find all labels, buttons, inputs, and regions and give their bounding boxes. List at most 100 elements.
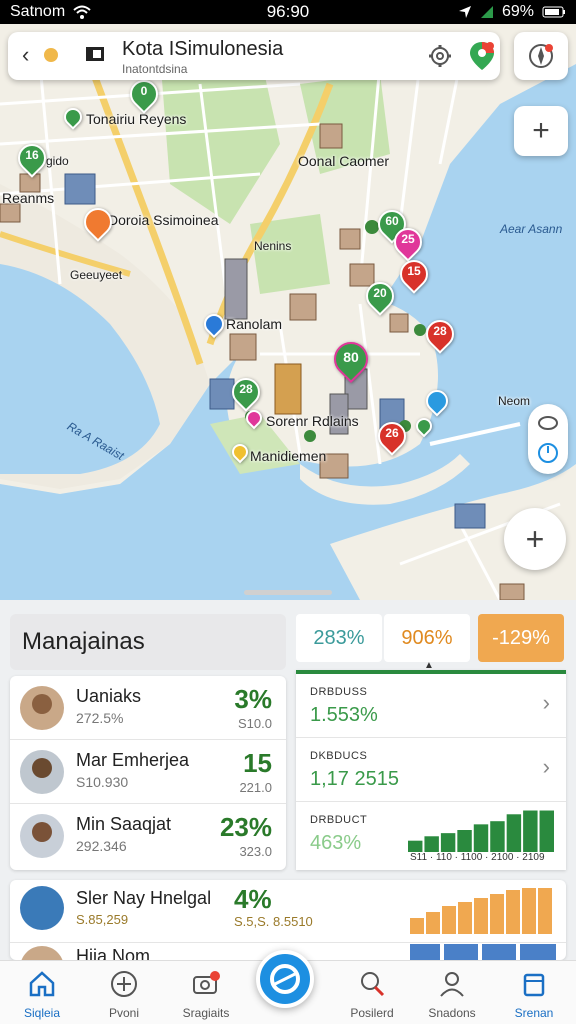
list-card-2[interactable]: Sler Nay Hnelgal S.85,259 4% S.5,S. 8.55… bbox=[10, 880, 566, 960]
person-submetric: 221.0 bbox=[239, 780, 272, 795]
nav-item-calendar[interactable]: Srenan bbox=[496, 969, 572, 1020]
person-value: S.85,259 bbox=[76, 912, 129, 927]
nav-item-add[interactable]: Pvoni bbox=[86, 969, 162, 1020]
metric-pill[interactable]: 283% bbox=[296, 614, 382, 662]
map-label: Doroia Ssimoinea bbox=[108, 212, 219, 228]
search-icon bbox=[361, 972, 385, 997]
location-dot-icon bbox=[44, 48, 58, 62]
map-marker[interactable] bbox=[412, 414, 436, 438]
divider bbox=[10, 942, 566, 943]
chart-bar bbox=[457, 830, 472, 852]
map-marker[interactable]: 26 bbox=[372, 416, 412, 456]
maps-pin-icon[interactable] bbox=[468, 40, 496, 72]
person-submetric: S.5,S. 8.5510 bbox=[234, 914, 313, 929]
map-marker[interactable] bbox=[60, 104, 86, 130]
search-subtitle: Inatontdsina bbox=[122, 62, 188, 76]
stat-value: 463% bbox=[310, 832, 362, 854]
map-marker[interactable]: 15 bbox=[394, 254, 434, 294]
nav-label: Srenan bbox=[514, 1006, 554, 1020]
map-label: Neom bbox=[498, 394, 531, 408]
nav-item-profile[interactable]: Snadons bbox=[414, 969, 490, 1020]
person-value: 292.346 bbox=[76, 838, 127, 854]
back-arrow-icon[interactable]: ‹ bbox=[22, 44, 29, 66]
clock: 96:90 bbox=[266, 2, 310, 21]
battery-percent: 69% bbox=[501, 3, 534, 20]
person-value: S10.930 bbox=[76, 774, 129, 790]
nav-item-search[interactable]: Posilerd bbox=[334, 969, 410, 1020]
orange-bar-chart bbox=[410, 888, 552, 934]
zoom-in-button[interactable]: + bbox=[514, 106, 568, 156]
list-item[interactable]: Uaniaks 272.5% 3% S10.0 bbox=[10, 676, 286, 740]
location-arrow-icon bbox=[458, 6, 471, 18]
map-marker[interactable]: 28 bbox=[420, 314, 460, 354]
map-marker[interactable] bbox=[228, 440, 252, 464]
avatar bbox=[20, 886, 64, 930]
map-marker[interactable]: 16 bbox=[12, 138, 52, 178]
person-name: Uaniaks bbox=[76, 686, 142, 706]
map-label: Manidiemen bbox=[250, 448, 327, 464]
person-name: Min Saaqjat bbox=[76, 814, 172, 834]
avatar bbox=[20, 946, 64, 960]
chart-axis-labels: S11 · 110 · 1100 · 2100 · 2109 bbox=[410, 852, 545, 863]
layers-icon[interactable] bbox=[537, 414, 559, 432]
person-metric: 4% bbox=[234, 884, 272, 914]
avatar bbox=[20, 750, 64, 794]
stat-label: DKBDUCS bbox=[310, 750, 368, 762]
nav-item-home[interactable]: Siqleia bbox=[4, 969, 80, 1020]
gear-icon[interactable] bbox=[428, 44, 452, 68]
map-marker-selected[interactable]: 80 bbox=[326, 334, 376, 384]
metric-pill[interactable]: -129% bbox=[478, 614, 564, 662]
person-name: Sler Nay Hnelgal bbox=[76, 888, 212, 908]
map-controls[interactable] bbox=[528, 404, 568, 474]
list-item[interactable]: Mar Emherjea S10.930 15 221.0 bbox=[10, 740, 286, 804]
nav-item-camera[interactable]: Sragiaits bbox=[168, 969, 244, 1020]
sea-label: Aear Asann bbox=[500, 222, 563, 236]
chart-bar bbox=[440, 833, 456, 852]
map-marker[interactable]: 0 bbox=[124, 74, 164, 114]
center-action-button[interactable] bbox=[256, 950, 314, 1008]
plus-circle-icon bbox=[111, 971, 137, 997]
map-label: Ranolam bbox=[226, 316, 283, 332]
person-metric: 23% bbox=[219, 812, 272, 842]
battery-icon bbox=[542, 6, 565, 18]
chart-bar bbox=[539, 810, 554, 852]
nav-label: Siqleia bbox=[23, 1006, 61, 1020]
person-icon bbox=[440, 972, 464, 997]
nav-label: Pvoni bbox=[108, 1006, 140, 1020]
compass-button[interactable] bbox=[514, 32, 568, 80]
person-name: Hija Nom bbox=[76, 946, 151, 960]
blue-bar-chart bbox=[410, 944, 556, 960]
stat-row[interactable]: DKBDUCS 1,17 2515 › bbox=[296, 738, 566, 802]
stats-card: DRBDUSS 1.553% › DKBDUCS 1,17 2515 › DRB… bbox=[296, 670, 566, 870]
map-marker[interactable] bbox=[78, 202, 118, 242]
add-location-button[interactable]: + bbox=[504, 508, 566, 570]
avatar bbox=[20, 686, 64, 730]
search-bar[interactable]: ‹ Kota ISimulonesia Inatontdsina bbox=[8, 32, 500, 80]
map-label: Geeuyeet bbox=[70, 268, 123, 282]
calendar-icon bbox=[523, 973, 545, 997]
signal-icon bbox=[480, 6, 493, 18]
chart-bar bbox=[408, 840, 423, 852]
chevron-right-icon: › bbox=[542, 690, 550, 715]
stat-row[interactable]: DRBDUSS 1.553% › bbox=[296, 674, 566, 738]
map-view[interactable]: Tonairiu Reyens Oonal Caomer Reanms Doro… bbox=[0, 24, 576, 600]
home-icon bbox=[29, 971, 55, 997]
chart-bar bbox=[424, 836, 439, 852]
map-label: gido bbox=[46, 154, 69, 168]
map-marker[interactable]: 25 bbox=[388, 222, 428, 262]
stat-value: 1.553% bbox=[310, 704, 378, 726]
metric-pill[interactable]: 906% bbox=[384, 614, 470, 662]
chevron-right-icon: › bbox=[542, 754, 550, 779]
map-label: Nenins bbox=[254, 239, 292, 253]
power-icon[interactable] bbox=[537, 442, 559, 464]
map-marker[interactable]: 20 bbox=[360, 276, 400, 316]
panel-title: Manajainas bbox=[10, 614, 286, 670]
map-marker[interactable]: 28 bbox=[226, 372, 266, 412]
ring-icon bbox=[270, 964, 300, 994]
map-marker[interactable] bbox=[199, 309, 229, 339]
plus-icon: + bbox=[525, 520, 545, 557]
map-marker[interactable] bbox=[242, 406, 266, 430]
drag-handle[interactable] bbox=[244, 590, 332, 595]
list-item[interactable]: Min Saaqjat 292.346 23% 323.0 bbox=[10, 804, 286, 868]
map-marker[interactable] bbox=[421, 385, 453, 417]
